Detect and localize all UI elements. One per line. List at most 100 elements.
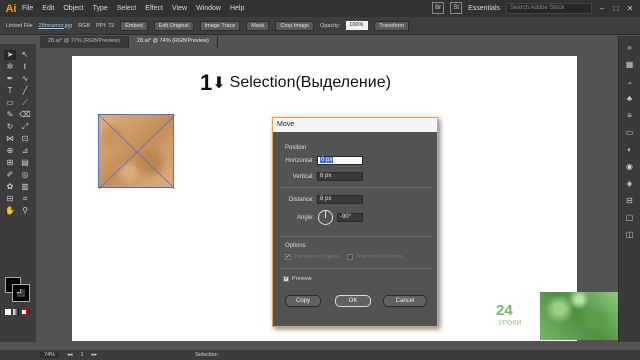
magic-wand-tool-icon[interactable]: ✲	[4, 62, 16, 72]
menu-bar: Ai File Edit Object Type Select Effect V…	[0, 0, 640, 17]
linked-filename[interactable]: 28mramor.jpg	[39, 23, 73, 29]
blend-tool-icon[interactable]: ◎	[19, 170, 31, 180]
none-mode-icon[interactable]	[21, 309, 27, 315]
direct-selection-tool-icon[interactable]: ↖	[19, 50, 31, 60]
zoom-level-field[interactable]: 74%	[40, 352, 60, 358]
rotate-tool-icon[interactable]: ↻	[4, 122, 16, 132]
selection-tool-icon[interactable]: ➤	[4, 50, 16, 60]
transform-icon[interactable]: ▢	[624, 213, 636, 223]
ppi-value: PPI: 72	[96, 22, 115, 29]
align-icon[interactable]: ⊟	[624, 196, 636, 206]
mask-button[interactable]: Mask	[246, 20, 270, 31]
dialog-title: Move	[273, 118, 437, 132]
color-mode-icon[interactable]	[5, 309, 11, 315]
menu-select[interactable]: Select	[117, 5, 136, 12]
crop-image-button[interactable]: Crop Image	[275, 20, 315, 31]
cancel-button[interactable]: Cancel	[383, 295, 427, 307]
menu-effect[interactable]: Effect	[145, 5, 163, 12]
menu-object[interactable]: Object	[63, 5, 83, 12]
pathfinder-icon[interactable]: ◫	[624, 230, 636, 240]
hand-tool-icon[interactable]: ✋	[4, 206, 16, 216]
rectangle-tool-icon[interactable]: ▭	[4, 98, 16, 108]
artboard-tool-icon[interactable]: ⊟	[4, 194, 16, 204]
eraser-tool-icon[interactable]: ⌫	[19, 110, 31, 120]
artboard-number[interactable]: 1	[81, 352, 84, 358]
close-icon[interactable]: ✕	[626, 4, 634, 13]
menu-edit[interactable]: Edit	[42, 5, 54, 12]
paintbrush-tool-icon[interactable]: ⟋	[19, 98, 31, 108]
next-page-icon[interactable]: ▸▸	[92, 352, 98, 358]
gradient-tool-icon[interactable]: ▤	[19, 158, 31, 168]
menu-view[interactable]: View	[172, 5, 187, 12]
workspace-switcher[interactable]: Essentials	[468, 5, 500, 12]
ok-button[interactable]: OK	[335, 295, 371, 307]
distance-input[interactable]: 8 px	[317, 195, 363, 204]
angle-dial-icon[interactable]	[318, 210, 333, 225]
opacity-field[interactable]: 100%	[346, 21, 369, 30]
maximize-icon[interactable]: □	[612, 4, 620, 13]
brushes-icon[interactable]: ⟓	[624, 77, 636, 87]
transparency-icon[interactable]: ◐	[624, 145, 636, 155]
shape-builder-tool-icon[interactable]: ⊕	[4, 146, 16, 156]
transform-patterns-checkbox[interactable]	[347, 254, 353, 260]
first-page-icon[interactable]: ◂◂	[67, 352, 73, 358]
angle-input[interactable]: -90°	[337, 213, 363, 222]
gradient-icon[interactable]: ▭	[624, 128, 636, 138]
transform-button[interactable]: Transform	[374, 20, 410, 31]
transform-patterns-label: Transform Patterns	[356, 254, 403, 260]
image-trace-button[interactable]: Image Trace	[199, 20, 241, 31]
curvature-tool-icon[interactable]: ∿	[19, 74, 31, 84]
control-bar: Linked File 28mramor.jpg RGB PPI: 72 Emb…	[0, 17, 640, 35]
transform-patterns-option: Transform Patterns	[347, 254, 403, 260]
transform-objects-label: Transform Objects	[294, 254, 340, 260]
transform-objects-checkbox[interactable]: ✓	[285, 254, 291, 260]
minimize-icon[interactable]: –	[598, 4, 606, 13]
copy-button[interactable]: Copy	[285, 295, 321, 307]
layers-icon[interactable]: ◈	[624, 179, 636, 189]
horizontal-input[interactable]: 0 px	[317, 156, 363, 165]
mesh-tool-icon[interactable]: ⊞	[4, 158, 16, 168]
symbols-icon[interactable]: ♣	[624, 94, 636, 104]
tab-document-2[interactable]: 28.ai* @ 74% (RGB/Preview)	[128, 36, 218, 48]
vertical-label: Vertical:	[292, 174, 314, 180]
stroke-icon[interactable]: ≡	[624, 111, 636, 121]
stroke-swatch[interactable]	[12, 284, 30, 302]
pencil-tool-icon[interactable]: ✎	[4, 110, 16, 120]
marble-image-object[interactable]	[98, 114, 175, 189]
embed-button[interactable]: Embed	[120, 20, 148, 31]
edit-original-button[interactable]: Edit Original	[153, 20, 194, 31]
zoom-tool-icon[interactable]: ⚲	[19, 206, 31, 216]
horizontal-value: 0 px	[320, 157, 334, 163]
tools-panel: ➤ ↖ ✲ ℓ ✒ ∿ T ╱ ▭ ⟋ ✎ ⌫ ↻ ⤢ ⋈ ⊡ ⊕ ⊿ ⊞ ▤ …	[0, 44, 36, 342]
gradient-mode-icon[interactable]	[13, 309, 19, 315]
type-tool-icon[interactable]: T	[4, 86, 16, 96]
tab-document-1[interactable]: 28.ai* @ 77% (RGB/Preview)	[40, 36, 129, 48]
bridge-icon[interactable]: Br	[432, 2, 445, 14]
panel-collapse-icon[interactable]: »	[624, 43, 636, 53]
preview-label: Preview	[292, 276, 312, 282]
vertical-input[interactable]: 8 px	[317, 172, 363, 181]
linked-file-label: Linked File	[6, 22, 33, 29]
scale-tool-icon[interactable]: ⤢	[19, 122, 31, 132]
pen-tool-icon[interactable]: ✒	[4, 74, 16, 84]
line-tool-icon[interactable]: ╱	[19, 86, 31, 96]
menu-help[interactable]: Help	[230, 5, 244, 12]
column-graph-tool-icon[interactable]: ▥	[19, 182, 31, 192]
menu-window[interactable]: Window	[196, 5, 221, 12]
perspective-grid-tool-icon[interactable]: ⊿	[19, 146, 31, 156]
width-tool-icon[interactable]: ⋈	[4, 134, 16, 144]
preview-checkbox[interactable]: ✓	[283, 276, 289, 282]
eyedropper-tool-icon[interactable]: ✐	[4, 170, 16, 180]
stock-icon[interactable]: St	[450, 2, 463, 14]
menu-type[interactable]: Type	[93, 5, 108, 12]
slice-tool-icon[interactable]: ⌗	[19, 194, 31, 204]
menu-file[interactable]: File	[22, 5, 33, 12]
swatches-icon[interactable]: ▦	[624, 60, 636, 70]
free-transform-tool-icon[interactable]: ⊡	[19, 134, 31, 144]
opacity-label: Opacity:	[320, 22, 341, 29]
symbol-sprayer-tool-icon[interactable]: ✿	[4, 182, 16, 192]
lasso-tool-icon[interactable]: ℓ	[19, 62, 31, 72]
preview-option: ✓ Preview	[283, 276, 312, 282]
stock-search-input[interactable]: Search Adobe Stock	[506, 2, 592, 14]
appearance-icon[interactable]: ◉	[624, 162, 636, 172]
